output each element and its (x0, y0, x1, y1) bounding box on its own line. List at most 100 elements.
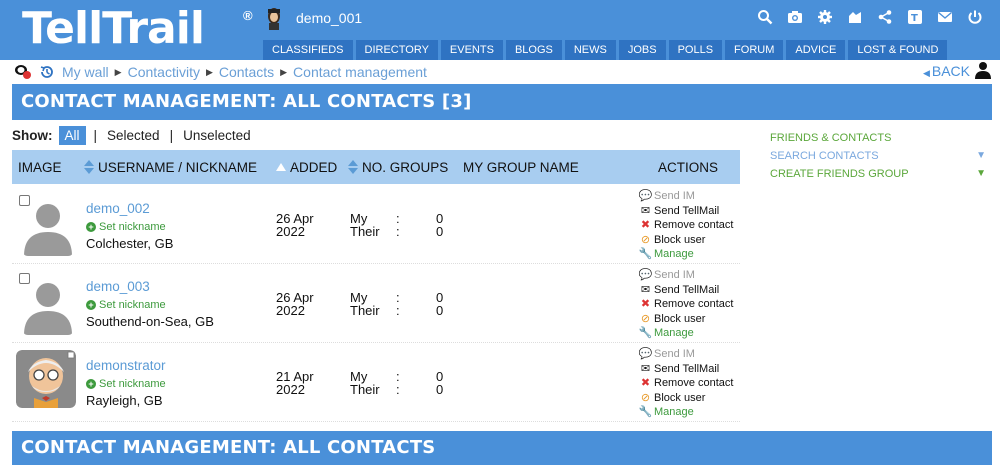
sidebar-item-label: SEARCH CONTACTS (770, 150, 879, 162)
filter-unselected[interactable]: Unselected (183, 128, 251, 143)
breadcrumb-separator-icon: ▶ (280, 66, 288, 77)
remove-contact-label: Remove contact (654, 377, 734, 389)
share-icon[interactable] (874, 7, 896, 27)
block-user-action[interactable]: ⊘ Block user (640, 391, 733, 406)
send-tellmail-action[interactable]: ✉ Send TellMail (640, 283, 733, 298)
send-im-action[interactable]: 💬 Send IM (639, 347, 733, 362)
row-actions: 💬 Send IM ✉ Send TellMail ✖ Remove contact … (639, 347, 734, 420)
nav-forum[interactable]: FORUM (725, 40, 784, 60)
column-added[interactable]: ADDED (276, 160, 337, 177)
chat-bubbles-icon[interactable] (14, 64, 32, 80)
breadcrumb-separator-icon: ▶ (205, 66, 213, 77)
user-avatar-icon[interactable] (265, 6, 283, 30)
friends-icon[interactable] (844, 7, 866, 27)
envelope-icon: ✉ (640, 362, 651, 375)
group-counts: My:0 Their:0 (350, 291, 443, 317)
expand-triangle-icon[interactable]: ▼ (976, 149, 986, 163)
search-icon[interactable] (754, 7, 776, 27)
nav-classifieds[interactable]: CLASSIFIEDS (263, 40, 353, 60)
remove-contact-action[interactable]: ✖ Remove contact (640, 218, 734, 233)
remove-contact-action[interactable]: ✖ Remove contact (640, 297, 734, 312)
breadcrumb-contactivity[interactable]: Contactivity (128, 64, 200, 80)
nav-polls[interactable]: POLLS (668, 40, 723, 60)
manage-action[interactable]: 🔧 Manage (639, 326, 733, 341)
sidebar-item-friends-contacts[interactable]: FRIENDS & CONTACTS (770, 131, 988, 149)
svg-text:T: T (911, 13, 918, 24)
nav-jobs[interactable]: JOBS (618, 40, 666, 60)
profile-icon[interactable] (974, 61, 992, 79)
sort-icon[interactable] (84, 160, 94, 177)
sort-asc-icon[interactable] (276, 160, 286, 177)
set-nickname-label: Set nickname (99, 221, 166, 233)
gear-icon[interactable] (814, 7, 836, 27)
contact-username[interactable]: demo_002 (86, 201, 150, 216)
sidebar-item-create-friends-group[interactable]: CREATE FRIENDS GROUP ▼ (770, 167, 988, 185)
their-groups-count: 0 (436, 224, 444, 239)
remove-contact-label: Remove contact (654, 219, 734, 231)
send-tellmail-action[interactable]: ✉ Send TellMail (640, 204, 733, 219)
show-label: Show: (12, 128, 53, 143)
expand-triangle-icon[interactable]: ▼ (976, 167, 986, 181)
colon: : (396, 369, 400, 384)
block-user-label: Block user (654, 391, 706, 404)
colon: : (396, 224, 400, 239)
camera-icon[interactable] (784, 7, 806, 27)
send-im-action[interactable]: 💬 Send IM (639, 189, 733, 204)
site-logo[interactable]: TellTrail (22, 4, 205, 54)
column-my-group-name: MY GROUP NAME (463, 160, 579, 175)
breadcrumb-my-wall[interactable]: My wall (62, 64, 109, 80)
block-user-action[interactable]: ⊘ Block user (640, 312, 733, 327)
avatar-silhouette-icon[interactable] (22, 277, 74, 335)
nav-advice[interactable]: ADVICE (786, 40, 846, 60)
mail-icon[interactable] (934, 7, 956, 27)
breadcrumb-contacts[interactable]: Contacts (219, 64, 274, 80)
contact-location: Rayleigh, GB (86, 393, 163, 408)
contact-username[interactable]: demo_003 (86, 279, 150, 294)
nav-directory[interactable]: DIRECTORY (355, 40, 438, 60)
contact-username[interactable]: demonstrator (86, 358, 166, 373)
wrench-icon: 🔧 (638, 248, 653, 260)
set-nickname-link[interactable]: + Set nickname (86, 299, 166, 311)
manage-action[interactable]: 🔧 Manage (638, 247, 733, 262)
manage-action[interactable]: 🔧 Manage (639, 405, 733, 420)
plus-circle-icon: + (86, 379, 96, 389)
set-nickname-link[interactable]: + Set nickname (86, 378, 166, 390)
avatar-cartoon-icon[interactable] (16, 350, 76, 408)
remove-contact-action[interactable]: ✖ Remove contact (640, 376, 734, 391)
filter-all[interactable]: All (58, 126, 86, 145)
breadcrumb-separator-icon: ▶ (114, 66, 122, 77)
sort-icon[interactable] (348, 160, 358, 177)
nav-events[interactable]: EVENTS (440, 40, 503, 60)
sidebar-item-label: FRIENDS & CONTACTS (770, 132, 892, 144)
translate-icon[interactable]: T (904, 7, 926, 27)
column-added-label: ADDED (290, 160, 338, 175)
send-tellmail-action[interactable]: ✉ Send TellMail (640, 362, 733, 377)
added-year: 2022 (276, 224, 305, 239)
group-counts: My:0 Their:0 (350, 212, 443, 238)
send-im-action[interactable]: 💬 Send IM (638, 268, 733, 283)
history-icon[interactable] (38, 64, 56, 80)
avatar-silhouette-icon[interactable] (22, 198, 74, 256)
column-username[interactable]: USERNAME / NICKNAME (84, 160, 257, 177)
section-title: CONTACT MANAGEMENT: ALL CONTACTS (12, 431, 992, 465)
nav-lost-found[interactable]: LOST & FOUND (848, 40, 948, 60)
breadcrumb-contact-management[interactable]: Contact management (293, 64, 427, 80)
column-no-groups[interactable]: NO. GROUPS (348, 160, 448, 177)
filter-selected[interactable]: Selected (107, 128, 160, 143)
column-no-groups-label: NO. GROUPS (362, 160, 449, 175)
power-icon[interactable] (964, 7, 986, 27)
block-icon: ⊘ (640, 391, 651, 404)
colon: : (396, 211, 400, 226)
back-link[interactable]: ◀ BACK (923, 63, 970, 79)
manage-label: Manage (654, 406, 694, 418)
block-user-action[interactable]: ⊘ Block user (640, 233, 733, 248)
chat-icon: 💬 (638, 269, 653, 281)
send-tellmail-label: Send TellMail (654, 283, 720, 296)
set-nickname-link[interactable]: + Set nickname (86, 221, 166, 233)
nav-news[interactable]: NEWS (564, 40, 616, 60)
nav-blogs[interactable]: BLOGS (505, 40, 562, 60)
send-im-label: Send IM (654, 348, 695, 360)
current-username[interactable]: demo_001 (296, 10, 362, 26)
sidebar-item-search-contacts[interactable]: SEARCH CONTACTS ▼ (770, 149, 988, 167)
added-year: 2022 (276, 382, 305, 397)
